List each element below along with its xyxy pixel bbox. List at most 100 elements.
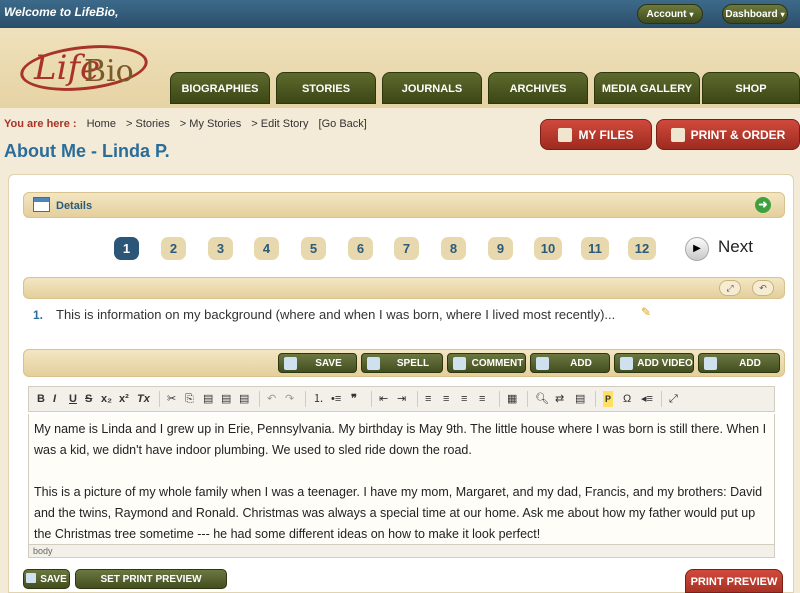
maximize-icon[interactable]: ⤢ — [669, 391, 678, 407]
special-char-icon[interactable]: Ω — [623, 391, 631, 407]
undo-icon[interactable]: ↶ — [752, 280, 774, 296]
superscript-icon[interactable]: x² — [119, 391, 129, 407]
breadcrumb: You are here : Home > Stories > My Stori… — [4, 118, 367, 130]
comment-label: COMMENT — [471, 358, 524, 369]
expand-icon[interactable]: ⤢ — [719, 280, 741, 296]
nav-shop[interactable]: SHOP — [702, 72, 800, 104]
subscript-icon[interactable]: x₂ — [101, 391, 112, 407]
strikethrough-icon[interactable]: S — [85, 391, 92, 407]
my-files-label: MY FILES — [578, 128, 634, 142]
paste-text-icon[interactable]: ▤ — [221, 391, 231, 407]
placeholder-icon[interactable]: P — [603, 391, 614, 407]
details-bar[interactable] — [23, 192, 785, 218]
details-label: Details — [56, 200, 93, 212]
spell-check-button[interactable]: SPELL CHECK — [361, 353, 443, 389]
toolbar-separator — [527, 391, 528, 407]
add-video-button[interactable]: ADD VIDEO — [614, 353, 694, 373]
numbered-list-icon[interactable]: ⒈ — [313, 391, 324, 407]
chevron-down-icon: ▾ — [780, 10, 785, 19]
nav-biographies[interactable]: BIOGRAPHIES — [170, 72, 270, 104]
underline-icon[interactable]: U — [69, 391, 77, 407]
my-files-button[interactable]: MY FILES — [540, 119, 652, 150]
page-6-button[interactable]: 6 — [348, 237, 373, 260]
replace-icon[interactable]: ⇄ — [555, 391, 564, 407]
next-link[interactable]: Next — [718, 237, 753, 257]
align-center-icon[interactable]: ≡ — [443, 391, 449, 407]
page-2-button[interactable]: 2 — [161, 237, 186, 260]
page-break-icon[interactable]: ◂≡ — [641, 391, 653, 407]
add-audio-button[interactable]: ADD AUDIO — [530, 353, 610, 389]
redo-icon[interactable]: ↷ — [285, 391, 294, 407]
editor-body[interactable]: My name is Linda and I grew up in Erie, … — [28, 414, 775, 544]
bottom-save-label: SAVE — [40, 574, 67, 585]
paste-icon[interactable]: ▤ — [203, 391, 213, 407]
align-right-icon[interactable]: ≡ — [461, 391, 467, 407]
chevron-down-icon: ▾ — [689, 10, 694, 19]
table-icon[interactable]: ▦ — [507, 391, 517, 407]
save-button[interactable]: SAVE — [278, 353, 357, 373]
bold-icon[interactable]: B — [37, 391, 45, 407]
page-4-button[interactable]: 4 — [254, 237, 279, 260]
toolbar-separator — [417, 391, 418, 407]
add-video-label: ADD VIDEO — [637, 358, 693, 369]
editor-paragraph: This is a picture of my whole family whe… — [34, 485, 763, 541]
find-icon[interactable]: 🔍︎ — [535, 391, 549, 407]
italic-icon[interactable]: I — [53, 391, 56, 407]
page-7-button[interactable]: 7 — [394, 237, 419, 260]
page-8-button[interactable]: 8 — [441, 237, 466, 260]
top-bar: Welcome to LifeBio, Account ▾ Dashboard ▾ — [0, 0, 800, 28]
page-10-button[interactable]: 10 — [534, 237, 562, 260]
nav-journals[interactable]: JOURNALS — [382, 72, 482, 104]
editor-toolbar: B I U S x₂ x² Tx ✂ ⎘ ▤ ▤ ▤ ↶ ↷ ⒈ •≡ ❞ ⇤ … — [28, 386, 775, 412]
toolbar-separator — [159, 391, 160, 407]
account-button[interactable]: Account ▾ — [637, 4, 703, 24]
dashboard-label: Dashboard — [725, 9, 778, 20]
print-preview-button[interactable]: PRINT PREVIEW — [685, 569, 783, 593]
add-photo-button[interactable]: ADD PHOTO — [698, 353, 780, 389]
bottom-save-button[interactable]: SAVE — [23, 569, 70, 589]
dashboard-button[interactable]: Dashboard ▾ — [722, 4, 788, 24]
nav-media-gallery[interactable]: MEDIA GALLERY — [594, 72, 700, 104]
bulleted-list-icon[interactable]: •≡ — [331, 391, 341, 407]
blockquote-icon[interactable]: ❞ — [351, 391, 357, 407]
print-order-button[interactable]: PRINT & ORDER — [656, 119, 800, 150]
breadcrumb-home[interactable]: Home — [87, 118, 116, 130]
play-icon[interactable]: ▶ — [685, 237, 709, 261]
go-back-link[interactable]: [Go Back] — [319, 118, 367, 130]
question-number: 1. — [33, 308, 44, 322]
nav-archives[interactable]: ARCHIVES — [488, 72, 588, 104]
page-5-button[interactable]: 5 — [301, 237, 326, 260]
paste-word-icon[interactable]: ▤ — [239, 391, 249, 407]
calendar-icon — [33, 197, 50, 212]
floppy-disk-icon — [26, 573, 37, 584]
breadcrumb-label: You are here : — [4, 118, 77, 130]
question-bar — [23, 277, 785, 299]
page-3-button[interactable]: 3 — [208, 237, 233, 260]
arrow-right-icon[interactable]: ➜ — [755, 197, 771, 213]
copy-icon[interactable]: ⎘ — [185, 391, 194, 407]
cut-icon[interactable]: ✂ — [167, 391, 176, 407]
lifebio-logo[interactable]: Life Bio — [18, 39, 150, 98]
indent-icon[interactable]: ⇥ — [397, 391, 406, 407]
editor-paragraph: My name is Linda and I grew up in Erie, … — [34, 422, 767, 457]
breadcrumb-my-stories[interactable]: > My Stories — [180, 118, 241, 130]
outdent-icon[interactable]: ⇤ — [379, 391, 388, 407]
nav-stories[interactable]: STORIES — [276, 72, 376, 104]
toolbar-separator — [661, 391, 662, 407]
page-1-button[interactable]: 1 — [114, 237, 139, 260]
print-order-label: PRINT & ORDER — [690, 128, 786, 142]
breadcrumb-stories[interactable]: > Stories — [126, 118, 170, 130]
page-12-button[interactable]: 12 — [628, 237, 656, 260]
breadcrumb-edit-story: > Edit Story — [251, 118, 309, 130]
remove-format-icon[interactable]: Tx — [137, 391, 150, 407]
justify-icon[interactable]: ≡ — [479, 391, 485, 407]
align-left-icon[interactable]: ≡ — [425, 391, 431, 407]
page-11-button[interactable]: 11 — [581, 237, 609, 260]
page-9-button[interactable]: 9 — [488, 237, 513, 260]
set-print-preview-defaults-button[interactable]: SET PRINT PREVIEW DEFAULTS — [75, 569, 227, 589]
toolbar-separator — [259, 391, 260, 407]
undo-edit-icon[interactable]: ↶ — [267, 391, 276, 407]
pencil-icon[interactable]: ✎ — [641, 305, 651, 319]
select-all-icon[interactable]: ▤ — [575, 391, 585, 407]
comment-button[interactable]: COMMENT — [447, 353, 526, 373]
